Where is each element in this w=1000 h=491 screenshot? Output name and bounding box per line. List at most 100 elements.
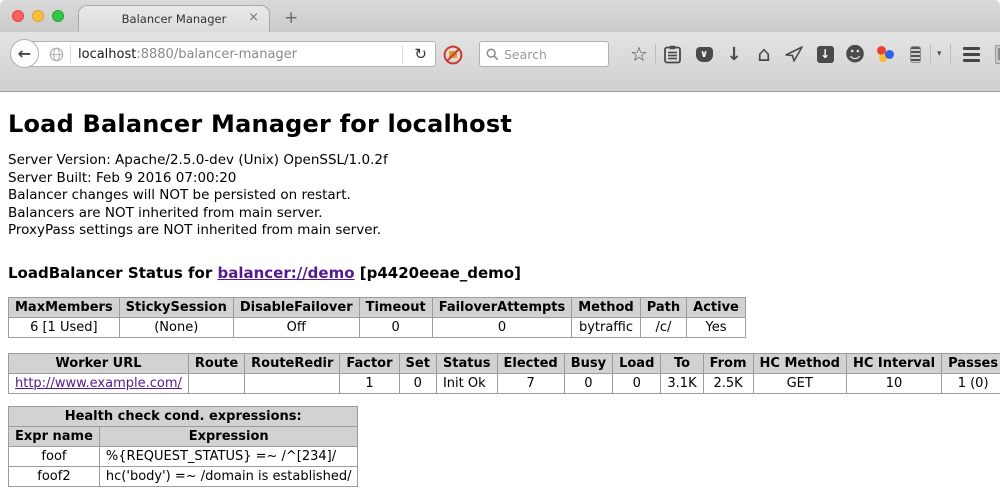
send-tab-icon[interactable] xyxy=(781,41,807,67)
column-header: Load xyxy=(613,353,661,373)
browser-window: Balancer Manager × + ← localhost:8880/ba… xyxy=(0,0,1000,491)
column-header: Expression xyxy=(99,426,358,446)
table-cell: Off xyxy=(233,317,359,337)
table-row: foof2 hc('body') =~ /domain is establish… xyxy=(9,466,358,486)
battery-extension-icon[interactable] xyxy=(902,41,928,67)
table-cell: 2.5K xyxy=(703,373,753,393)
column-header: Busy xyxy=(564,353,612,373)
table-cell: (None) xyxy=(119,317,233,337)
url-path-text: :8880/balancer-manager xyxy=(136,47,297,62)
health-table-title: Health check cond. expressions: xyxy=(9,406,358,426)
table-cell: 3.1K xyxy=(661,373,703,393)
window-zoom-button[interactable] xyxy=(52,10,64,22)
menu-icon[interactable] xyxy=(959,41,985,67)
balancer-settings-table: MaxMembers StickySession DisableFailover… xyxy=(8,297,746,338)
chevron-down-icon[interactable]: ▾ xyxy=(937,49,942,59)
table-cell: Init Ok xyxy=(436,373,497,393)
table-row: 6 [1 Used] (None) Off 0 0 bytraffic /c/ … xyxy=(9,317,746,337)
table-cell: 1 (0) xyxy=(942,373,1000,393)
keyboard-icon[interactable] xyxy=(993,41,1000,67)
column-header: HC Interval xyxy=(846,353,941,373)
tab-title: Balancer Manager xyxy=(122,12,227,26)
column-header: To xyxy=(661,353,703,373)
feedback-smiley-icon[interactable]: ☻ xyxy=(842,41,868,67)
status-suffix: [p4420eeae_demo] xyxy=(355,264,521,282)
table-header-row: Worker URL Route RouteRedir Factor Set S… xyxy=(9,353,1000,373)
search-icon xyxy=(486,48,499,61)
table-cell: 6 [1 Used] xyxy=(9,317,120,337)
new-tab-button[interactable]: + xyxy=(284,8,298,28)
back-button[interactable]: ← xyxy=(10,39,39,68)
tab-balancer-manager[interactable]: Balancer Manager × xyxy=(78,5,270,32)
table-cell: /c/ xyxy=(640,317,686,337)
column-header: Status xyxy=(436,353,497,373)
table-cell: bytraffic xyxy=(572,317,640,337)
column-header: Set xyxy=(399,353,436,373)
reload-icon[interactable]: ↻ xyxy=(414,45,427,63)
column-header: DisableFailover xyxy=(233,297,359,317)
expression-cell: %{REQUEST_STATUS} =~ /^[234]/ xyxy=(99,446,358,466)
reload-divider xyxy=(402,46,403,64)
url-bar[interactable]: localhost:8880/balancer-manager ↻ xyxy=(24,41,436,67)
window-close-button[interactable] xyxy=(12,10,24,22)
loadbalancer-status-heading: LoadBalancer Status for balancer://demo … xyxy=(8,264,992,282)
url-host-text: localhost xyxy=(78,47,136,62)
status-prefix: LoadBalancer Status for xyxy=(8,264,217,282)
table-row: http://www.example.com/ 1 0 Init Ok 7 0 … xyxy=(9,373,1000,393)
column-header: HC Method xyxy=(753,353,846,373)
table-cell xyxy=(188,373,244,393)
toolbar-divider xyxy=(950,44,951,64)
window-minimize-button[interactable] xyxy=(32,10,44,22)
server-version-line: Server Version: Apache/2.5.0-dev (Unix) … xyxy=(8,152,992,170)
table-cell: 0 xyxy=(432,317,572,337)
tab-close-icon[interactable]: × xyxy=(248,11,259,25)
column-header: Method xyxy=(572,297,640,317)
expr-name-cell: foof xyxy=(9,446,100,466)
balancer-demo-link[interactable]: balancer://demo xyxy=(217,264,354,282)
table-header-row: MaxMembers StickySession DisableFailover… xyxy=(9,297,746,317)
column-header: Path xyxy=(640,297,686,317)
worker-url-link[interactable]: http://www.example.com/ xyxy=(15,376,182,391)
table-cell: 0 xyxy=(613,373,661,393)
balancers-notice-line: Balancers are NOT inherited from main se… xyxy=(8,205,992,223)
persist-notice-line: Balancer changes will NOT be persisted o… xyxy=(8,187,992,205)
colored-dots-extension-icon[interactable] xyxy=(872,41,898,67)
pocket-icon[interactable]: ∨ xyxy=(691,41,717,67)
search-input[interactable] xyxy=(504,47,596,62)
toolbar-divider xyxy=(655,44,656,64)
table-cell xyxy=(245,373,340,393)
column-header: From xyxy=(703,353,753,373)
table-cell: 10 xyxy=(846,373,941,393)
home-icon[interactable]: ⌂ xyxy=(751,41,777,67)
expr-name-cell: foof2 xyxy=(9,466,100,486)
health-check-expressions-table: Health check cond. expressions: Expr nam… xyxy=(8,406,358,487)
column-header: Worker URL xyxy=(9,353,189,373)
worker-url-cell: http://www.example.com/ xyxy=(9,373,189,393)
table-cell: Yes xyxy=(687,317,746,337)
column-header: Timeout xyxy=(359,297,432,317)
reading-list-icon[interactable] xyxy=(659,41,685,67)
globe-icon xyxy=(49,47,64,62)
column-header: Factor xyxy=(340,353,399,373)
search-bar[interactable] xyxy=(479,41,609,67)
table-cell: 7 xyxy=(497,373,564,393)
url-divider xyxy=(70,45,71,63)
navigation-toolbar: ← localhost:8880/balancer-manager ↻ xyxy=(0,32,1000,92)
pocket-chevron-glyph: ∨ xyxy=(700,49,708,60)
column-header: FailoverAttempts xyxy=(432,297,572,317)
column-header: StickySession xyxy=(119,297,233,317)
table-cell: GET xyxy=(753,373,846,393)
download-box-icon[interactable]: ↓ xyxy=(812,41,838,67)
table-cell: 0 xyxy=(399,373,436,393)
plugin-blocked-icon[interactable] xyxy=(443,45,463,65)
back-icon: ← xyxy=(18,44,31,63)
proxypass-notice-line: ProxyPass settings are NOT inherited fro… xyxy=(8,222,992,240)
bookmark-star-icon[interactable]: ☆ xyxy=(626,41,652,67)
column-header: Passes xyxy=(942,353,1000,373)
toolbar-divider xyxy=(930,44,931,64)
table-cell: 1 xyxy=(340,373,399,393)
toolbar-icons: ☆ ∨ ↓ ⌂ ↓ xyxy=(626,41,1000,67)
downloads-icon[interactable]: ↓ xyxy=(721,41,747,67)
column-header: Active xyxy=(687,297,746,317)
table-header-row: Expr name Expression xyxy=(9,426,358,446)
